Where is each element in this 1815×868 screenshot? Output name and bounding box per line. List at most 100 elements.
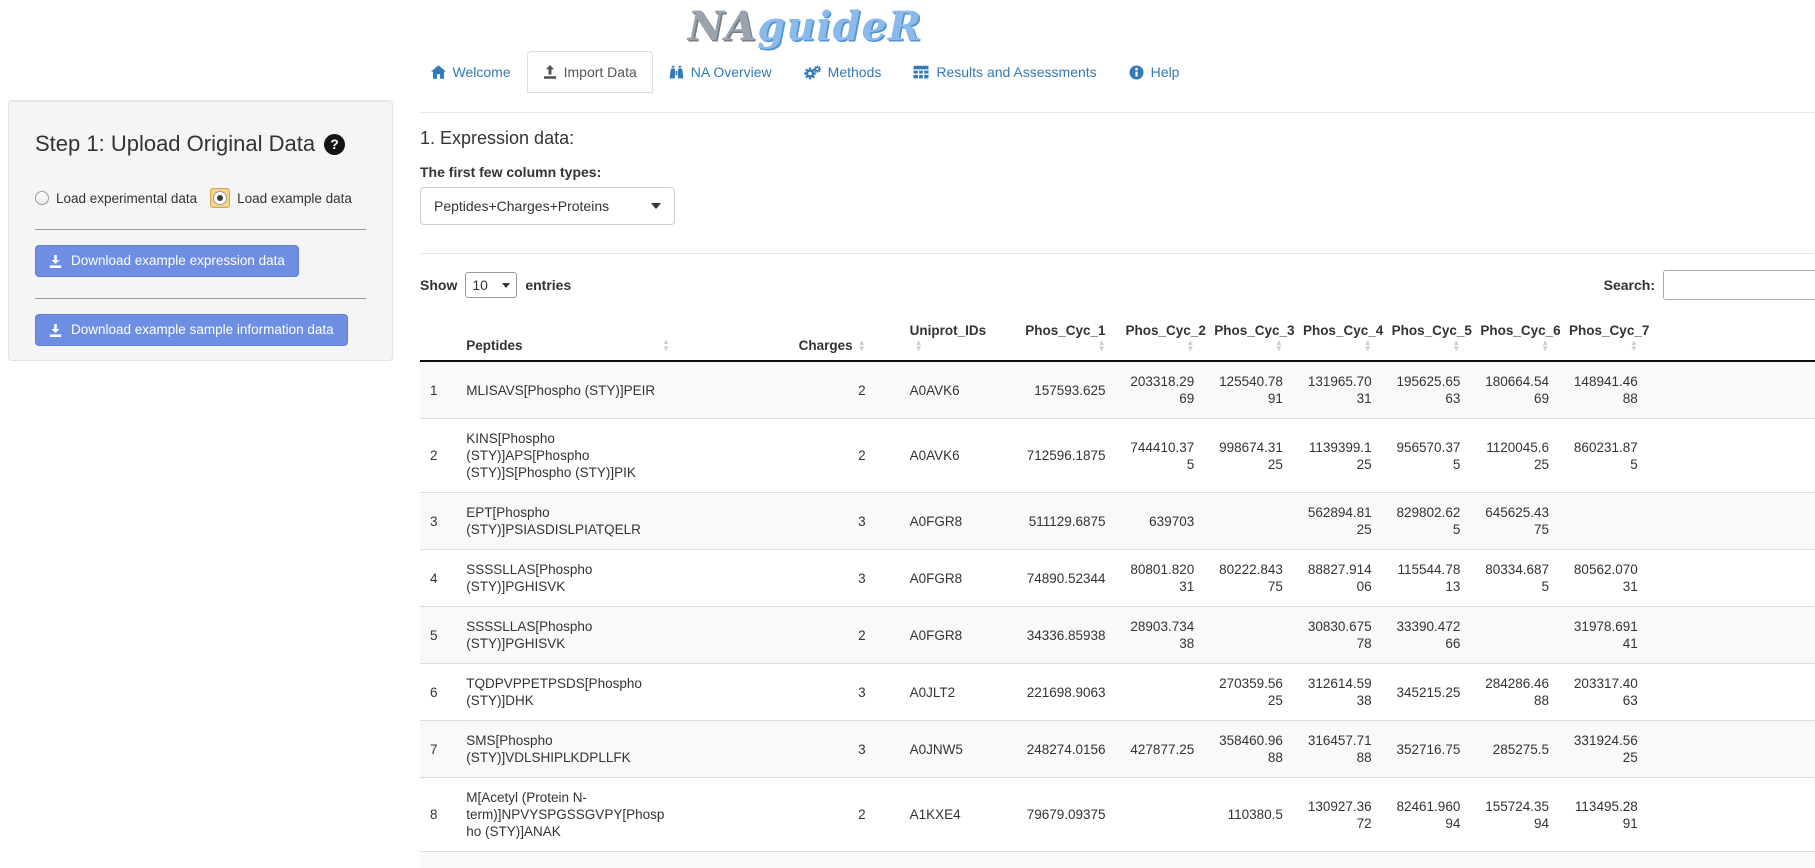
cell-phos-cyc-5: 352716.75	[1382, 721, 1471, 778]
column-header-phos-cyc-3[interactable]: Phos_Cyc_3▲▼	[1204, 316, 1293, 361]
tab-na-overview[interactable]: NA Overview	[653, 51, 788, 93]
cell-row-index: 2	[420, 419, 456, 493]
column-header-peptides[interactable]: Peptides ▲▼	[456, 316, 680, 361]
cell-phos-cyc-2: 744410.375	[1116, 419, 1205, 493]
cell-phos-cyc-5: 195625.6563	[1382, 361, 1471, 419]
download-expression-button[interactable]: Download example expression data	[35, 245, 299, 277]
column-header-phos-cyc-2[interactable]: Phos_Cyc_2▲▼	[1116, 316, 1205, 361]
sort-icon: ▲▼	[662, 339, 670, 352]
cell-phos-cyc-4: 312614.5938	[1293, 664, 1382, 721]
cell-phos-cyc-6	[1470, 607, 1559, 664]
question-circle-icon[interactable]: ?	[324, 134, 345, 155]
column-header-label: Phos_Cyc_6	[1480, 323, 1560, 338]
column-header-label: Phos_Cyc_5	[1392, 323, 1472, 338]
step1-title-text: Step 1: Upload Original Data	[35, 131, 315, 157]
cell-peptide: KINS[Phospho (STY)]APS[Phospho (STY)]S[P…	[456, 419, 680, 493]
cell-phos-cyc-7: 860231.875	[1559, 419, 1648, 493]
next-row-clipped-cell	[420, 852, 1815, 868]
download-icon	[49, 255, 62, 268]
radio-button-icon[interactable]	[35, 191, 49, 205]
radio-load-experimental-data[interactable]: Load experimental data	[35, 191, 197, 206]
cell-charges: 3	[680, 664, 876, 721]
column-header-uniprot-ids[interactable]: Uniprot_IDs▲▼	[876, 316, 1003, 361]
cell-phos-cyc-2: 80801.82031	[1116, 550, 1205, 607]
cell-uniprot-id: A0FGR8	[876, 607, 1003, 664]
cell-phos-cyc-4: 88827.91406	[1293, 550, 1382, 607]
cell-phos-cyc-4: 130927.3672	[1293, 778, 1382, 852]
radio-load-example-data[interactable]: Load example data	[210, 188, 352, 208]
cell-charges: 2	[680, 778, 876, 852]
filler-cell	[1648, 419, 1815, 493]
step1-title: Step 1: Upload Original Data ?	[35, 131, 366, 157]
column-header-charges[interactable]: Charges▲▼	[680, 316, 876, 361]
cell-phos-cyc-3: 80222.84375	[1204, 550, 1293, 607]
table-icon	[913, 65, 929, 79]
cell-phos-cyc-6: 645625.4375	[1470, 493, 1559, 550]
tab-methods[interactable]: Methods	[788, 51, 898, 93]
cell-phos-cyc-7: 203317.4063	[1559, 664, 1648, 721]
tab-label: Methods	[828, 62, 882, 82]
column-header-label: Phos_Cyc_3	[1214, 323, 1294, 338]
row-index-header	[420, 316, 456, 361]
cell-phos-cyc-1: 511129.6875	[1003, 493, 1116, 550]
cell-phos-cyc-6: 80334.6875	[1470, 550, 1559, 607]
main-nav-tabs: WelcomeImport DataNA Overview Methods Resu…	[0, 51, 1610, 93]
radio-button-icon[interactable]	[213, 191, 227, 205]
column-header-phos-cyc-6[interactable]: Phos_Cyc_6▲▼	[1470, 316, 1559, 361]
expression-data-table: Peptides▲▼Charges▲▼Uniprot_IDs▲▼Phos_Cyc…	[420, 316, 1815, 868]
page-length-select[interactable]: 10	[465, 272, 517, 298]
column-header-phos-cyc-1[interactable]: Phos_Cyc_1▲▼	[1003, 316, 1116, 361]
cell-charges: 2	[680, 419, 876, 493]
cell-phos-cyc-3: 110380.5	[1204, 778, 1293, 852]
cell-phos-cyc-3: 358460.9688	[1204, 721, 1293, 778]
column-types-select[interactable]: Peptides+Charges+Proteins	[420, 187, 675, 225]
table-row: 6TQDPVPPETPSDS[Phospho (STY)]DHK3A0JLT22…	[420, 664, 1815, 721]
table-row: 5SSSSLLAS[Phospho (STY)]PGHISVK2A0FGR834…	[420, 607, 1815, 664]
cell-phos-cyc-7	[1559, 493, 1648, 550]
cell-uniprot-id: A0JLT2	[876, 664, 1003, 721]
cell-uniprot-id: A0FGR8	[876, 550, 1003, 607]
chevron-down-icon	[651, 203, 661, 209]
column-header-phos-cyc-4[interactable]: Phos_Cyc_4▲▼	[1293, 316, 1382, 361]
download-sample-info-button[interactable]: Download example sample information data	[35, 314, 348, 346]
logo-text-blue: guideR	[757, 3, 922, 50]
table-row: 4SSSSLLAS[Phospho (STY)]PGHISVK3A0FGR874…	[420, 550, 1815, 607]
cell-charges: 2	[680, 607, 876, 664]
tab-help[interactable]: Help	[1113, 51, 1196, 93]
cell-row-index: 8	[420, 778, 456, 852]
tab-import-data[interactable]: Import Data	[527, 51, 653, 93]
cell-phos-cyc-6: 1120045.625	[1470, 419, 1559, 493]
sidebar-divider	[35, 229, 366, 230]
cell-peptide: SSSSLLAS[Phospho (STY)]PGHISVK	[456, 550, 680, 607]
column-header-label: Peptides	[466, 338, 522, 353]
download-sample-info-label: Download example sample information data	[71, 321, 334, 339]
cell-phos-cyc-5: 956570.375	[1382, 419, 1471, 493]
cell-peptide: MLISAVS[Phospho (STY)]PEIR	[456, 361, 680, 419]
cell-uniprot-id: A1KXE4	[876, 778, 1003, 852]
column-header-phos-cyc-7[interactable]: Phos_Cyc_7▲▼	[1559, 316, 1648, 361]
cell-phos-cyc-3	[1204, 493, 1293, 550]
tab-label: Results and Assessments	[936, 62, 1096, 82]
cell-phos-cyc-5: 33390.47266	[1382, 607, 1471, 664]
column-header-phos-cyc-5[interactable]: Phos_Cyc_5 ▲▼	[1382, 316, 1471, 361]
cell-row-index: 3	[420, 493, 456, 550]
cell-phos-cyc-1: 74890.52344	[1003, 550, 1116, 607]
filler-header	[1648, 316, 1815, 361]
upload-sidebar-panel: Step 1: Upload Original Data ? Load expe…	[8, 100, 393, 361]
tab-results-and-assessments[interactable]: Results and Assessments	[897, 51, 1112, 93]
cell-peptide: SMS[Phospho (STY)]VDLSHIPLKDPLLFK	[456, 721, 680, 778]
column-header-label: Uniprot_IDs	[910, 323, 987, 338]
cell-peptide: EPT[Phospho (STY)]PSIASDISLPIATQELR	[456, 493, 680, 550]
filler-cell	[1648, 664, 1815, 721]
column-header-label: Phos_Cyc_2	[1126, 323, 1206, 338]
cell-phos-cyc-6: 180664.5469	[1470, 361, 1559, 419]
cell-phos-cyc-5: 82461.96094	[1382, 778, 1471, 852]
cell-phos-cyc-4: 316457.7188	[1293, 721, 1382, 778]
search-input[interactable]	[1663, 270, 1815, 300]
tab-welcome[interactable]: Welcome	[415, 51, 527, 93]
table-row: 3EPT[Phospho (STY)]PSIASDISLPIATQELR3A0F…	[420, 493, 1815, 550]
page-length-control: Show 10 entries	[420, 272, 571, 298]
cell-uniprot-id: A0AVK6	[876, 361, 1003, 419]
sort-icon: ▲▼	[1452, 340, 1460, 353]
info-circle-icon	[1129, 65, 1144, 80]
